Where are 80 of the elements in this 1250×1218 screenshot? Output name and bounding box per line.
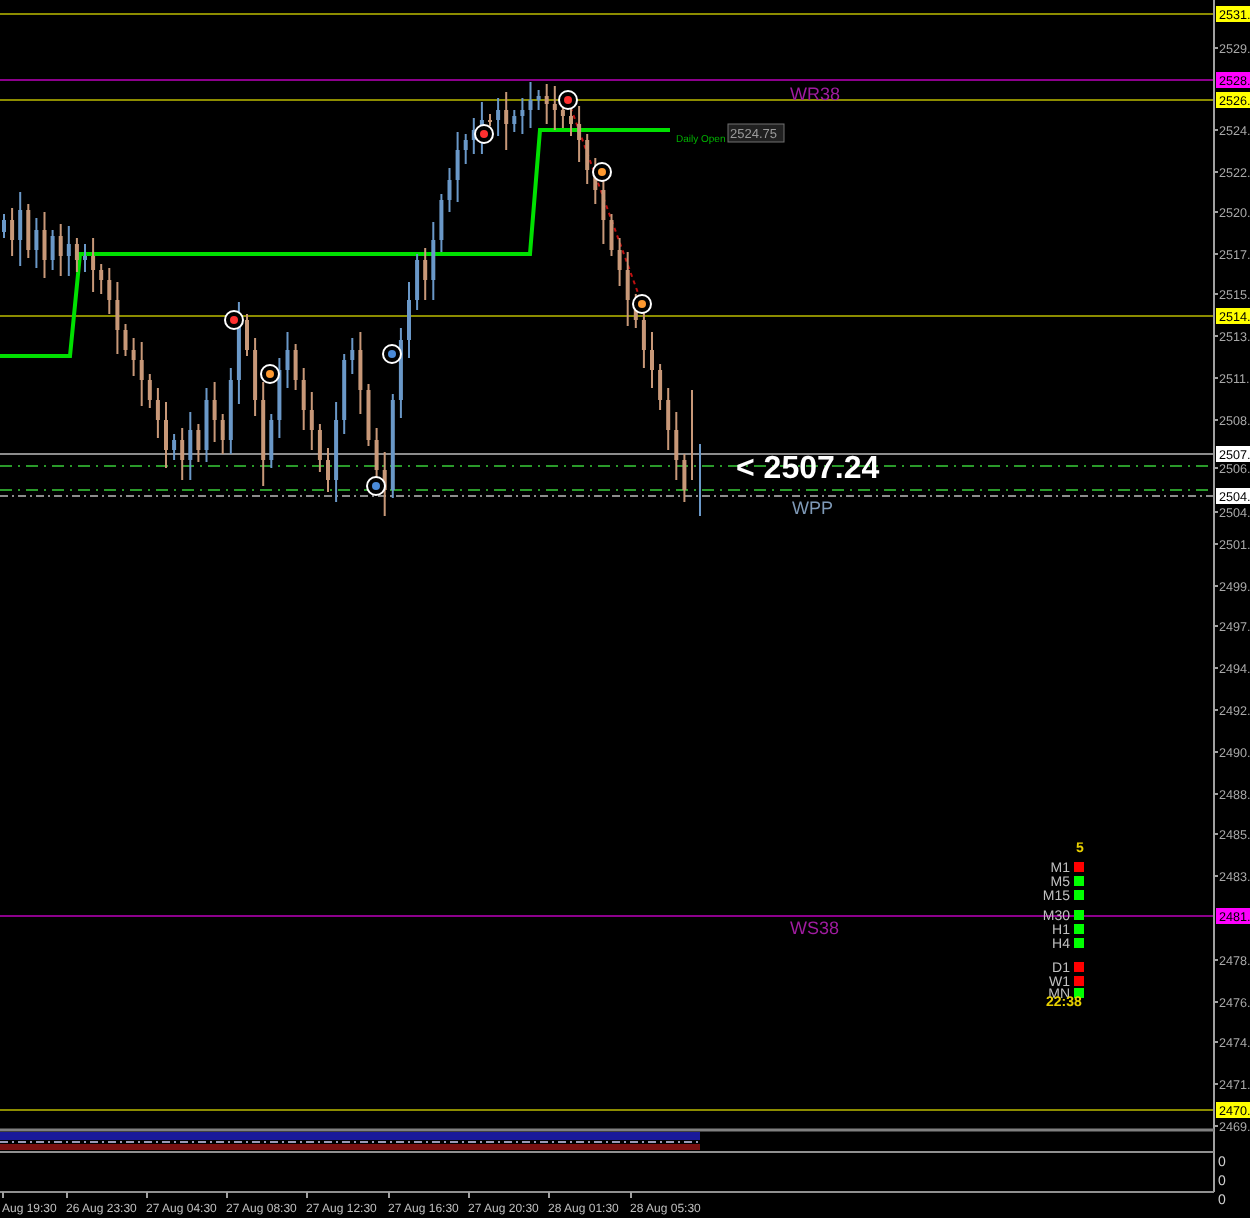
candlestick xyxy=(10,207,15,257)
candlestick xyxy=(528,81,533,129)
candlestick xyxy=(650,331,654,389)
candlestick xyxy=(58,223,63,277)
candlestick xyxy=(107,267,112,315)
candlestick xyxy=(172,433,177,461)
pivot-label: WR38 xyxy=(790,84,841,104)
pivot-label: WPP xyxy=(792,498,834,518)
candlestick xyxy=(342,353,347,435)
candlestick xyxy=(212,381,217,443)
candlestick xyxy=(512,109,517,133)
candlestick xyxy=(560,103,565,129)
candlestick xyxy=(455,131,460,203)
candlestick xyxy=(658,363,663,411)
candlestick xyxy=(504,91,509,151)
candlestick xyxy=(666,387,671,451)
candlestick xyxy=(674,411,679,481)
candlestick xyxy=(123,323,128,357)
candlestick xyxy=(131,337,136,377)
candlestick xyxy=(164,401,168,469)
candlestick xyxy=(188,411,193,481)
candlestick xyxy=(699,443,701,517)
candlestick xyxy=(617,237,622,287)
candlestick xyxy=(544,83,549,125)
candlestick xyxy=(66,225,71,277)
candlestick xyxy=(253,337,258,417)
candlestick xyxy=(496,97,501,137)
candlestick xyxy=(83,243,87,273)
candlestick xyxy=(245,313,249,357)
candlestick xyxy=(293,343,298,391)
candlestick xyxy=(682,453,687,503)
candlestick xyxy=(415,253,420,311)
candlestick xyxy=(366,383,371,447)
candlestick xyxy=(471,117,476,155)
candlestick xyxy=(625,251,630,327)
candlestick xyxy=(326,447,330,493)
candlestick xyxy=(42,211,47,279)
candlestick xyxy=(407,281,411,359)
candlestick xyxy=(261,381,266,487)
candlestick xyxy=(439,193,444,253)
pivot-label: WS38 xyxy=(790,918,840,938)
candlestick xyxy=(139,341,144,407)
candlestick xyxy=(691,389,693,481)
candlestick xyxy=(317,423,322,473)
candlestick xyxy=(301,367,306,431)
candlestick xyxy=(390,393,395,499)
candlestick xyxy=(26,203,31,259)
candlestick xyxy=(91,237,96,293)
candlestick xyxy=(585,133,590,185)
candlestick xyxy=(423,247,428,301)
candlestick xyxy=(220,413,225,455)
candlestick xyxy=(609,213,614,257)
candlestick xyxy=(99,263,104,295)
candlestick xyxy=(577,105,582,163)
candlestick xyxy=(269,413,274,469)
candlestick xyxy=(115,281,120,355)
candlestick xyxy=(180,427,185,481)
candlestick xyxy=(350,337,355,375)
candlestick xyxy=(2,213,6,239)
candlestick xyxy=(228,367,233,455)
candlestick xyxy=(520,97,525,135)
candlestick xyxy=(552,85,557,131)
candlestick xyxy=(463,133,468,165)
current-price-label: < 2507.24 xyxy=(736,452,880,486)
candlestick xyxy=(431,221,436,301)
candlestick xyxy=(74,237,79,273)
candlestick xyxy=(358,331,363,415)
candlestick xyxy=(147,373,152,409)
candlestick xyxy=(447,167,452,213)
candlestick xyxy=(569,103,573,137)
candlestick xyxy=(18,191,23,267)
candlestick xyxy=(334,401,339,503)
candlestick xyxy=(34,217,39,269)
candlestick xyxy=(285,331,290,389)
candlestick xyxy=(155,387,160,439)
candlestick xyxy=(196,423,201,463)
candlestick xyxy=(50,229,55,271)
candlestick xyxy=(309,391,314,451)
candlestick xyxy=(536,89,541,111)
candlestick xyxy=(204,387,209,463)
